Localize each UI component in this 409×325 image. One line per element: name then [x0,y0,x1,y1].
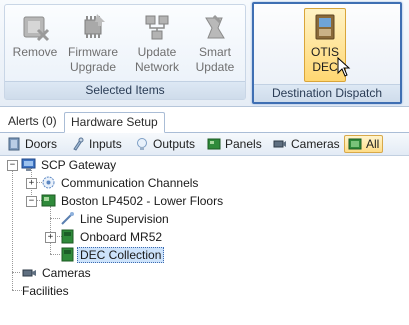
tree-node-cameras[interactable]: Cameras [22,264,91,282]
mouse-pointer-icon [337,57,351,77]
tree-node-onboard-mr52[interactable]: Onboard MR52 [60,228,162,246]
tree-label-boston: Boston LP4502 - Lower Floors [61,194,224,208]
board-icon [61,229,74,244]
filter-cameras-button[interactable]: Cameras [270,135,343,153]
hardware-tree: − SCP Gateway + Communication Channels −… [0,156,409,325]
expand-toggle[interactable]: + [26,178,37,189]
ribbon: Remove Firmware Upgrade Update Network S… [0,0,409,107]
network-icon [145,15,169,40]
filter-all-label: All [366,137,380,151]
channel-icon [42,176,55,189]
remove-button[interactable]: Remove [9,9,61,81]
tree-label-scp-gateway: SCP Gateway [41,158,117,172]
otis-dec-icon [315,14,335,40]
tree-node-line-supervision[interactable]: Line Supervision [60,210,169,228]
filter-panels-button[interactable]: Panels [204,135,265,153]
firmware-chip-icon [84,14,105,38]
tree-label-communication-channels: Communication Channels [61,176,199,190]
update-network-label-2: Network [134,60,179,74]
smart-update-button[interactable]: Smart Update [189,9,241,81]
firmware-label-2: Upgrade [69,60,117,74]
gateway-icon [21,158,36,171]
panel-icon [207,138,221,150]
selected-items-group: Remove Firmware Upgrade Update Network S… [4,4,246,100]
door-icon [8,137,20,151]
tab-strip: Alerts (0) Hardware Setup [0,110,409,133]
line-supervision-icon [61,212,74,225]
update-network-label-1: Update [137,45,177,59]
remove-device-icon [23,16,50,42]
filter-toolbar: Doors Inputs Outputs Panels Cameras All [0,133,409,156]
expand-toggle[interactable]: + [45,232,56,243]
destination-dispatch-group: OTIS DEC Destination Dispatch [252,2,402,104]
filter-outputs-button[interactable]: Outputs [132,135,198,153]
collapse-toggle[interactable]: − [26,196,37,207]
filter-cameras-label: Cameras [291,137,340,151]
selected-items-group-label: Selected Items [5,81,245,99]
smart-update-label-2: Update [195,60,235,74]
filter-doors-label: Doors [25,137,58,151]
update-network-button[interactable]: Update Network [131,9,183,81]
tree-node-dec-collection[interactable]: DEC Collection [60,246,165,264]
tree-label-facilities: Facilities [22,284,69,298]
filter-doors-button[interactable]: Doors [4,135,60,153]
tree-node-communication-channels[interactable]: Communication Channels [41,174,198,192]
firmware-label-1: Firmware [68,45,118,59]
tree-connector [12,272,20,273]
destination-dispatch-group-label: Destination Dispatch [254,84,400,102]
tree-connector [50,218,60,219]
tree-node-boston-lp4502[interactable]: Boston LP4502 - Lower Floors [41,192,223,210]
tab-hardware-setup[interactable]: Hardware Setup [64,112,165,133]
tree-node-facilities[interactable]: Facilities [22,282,69,300]
filter-panels-label: Panels [225,137,262,151]
panel-icon [41,194,56,207]
tree-label-onboard-mr52: Onboard MR52 [80,230,163,244]
lightbulb-icon [137,138,147,150]
tree-node-scp-gateway[interactable]: SCP Gateway [21,156,116,174]
tree-connector [50,206,51,254]
smart-update-label-1: Smart [198,45,231,59]
firmware-upgrade-button[interactable]: Firmware Upgrade [67,9,119,81]
filter-inputs-button[interactable]: Inputs [68,135,125,153]
tree-connector [12,290,22,291]
tab-alerts[interactable]: Alerts (0) [2,112,63,131]
filter-all-button[interactable]: All [344,135,384,153]
camera-icon [273,140,286,148]
tree-connector [50,254,60,255]
filter-outputs-label: Outputs [153,137,196,151]
smart-update-icon [205,14,225,39]
filter-inputs-label: Inputs [89,137,122,151]
camera-icon [22,269,36,277]
tree-label-dec-collection: DEC Collection [77,247,165,263]
dec-board-icon [61,247,74,262]
remove-label-1: Remove [12,45,58,59]
tree-label-line-supervision: Line Supervision [80,212,169,226]
input-icon [73,137,84,151]
all-icon [348,138,362,150]
collapse-toggle[interactable]: − [7,160,18,171]
tree-label-cameras: Cameras [42,266,91,280]
